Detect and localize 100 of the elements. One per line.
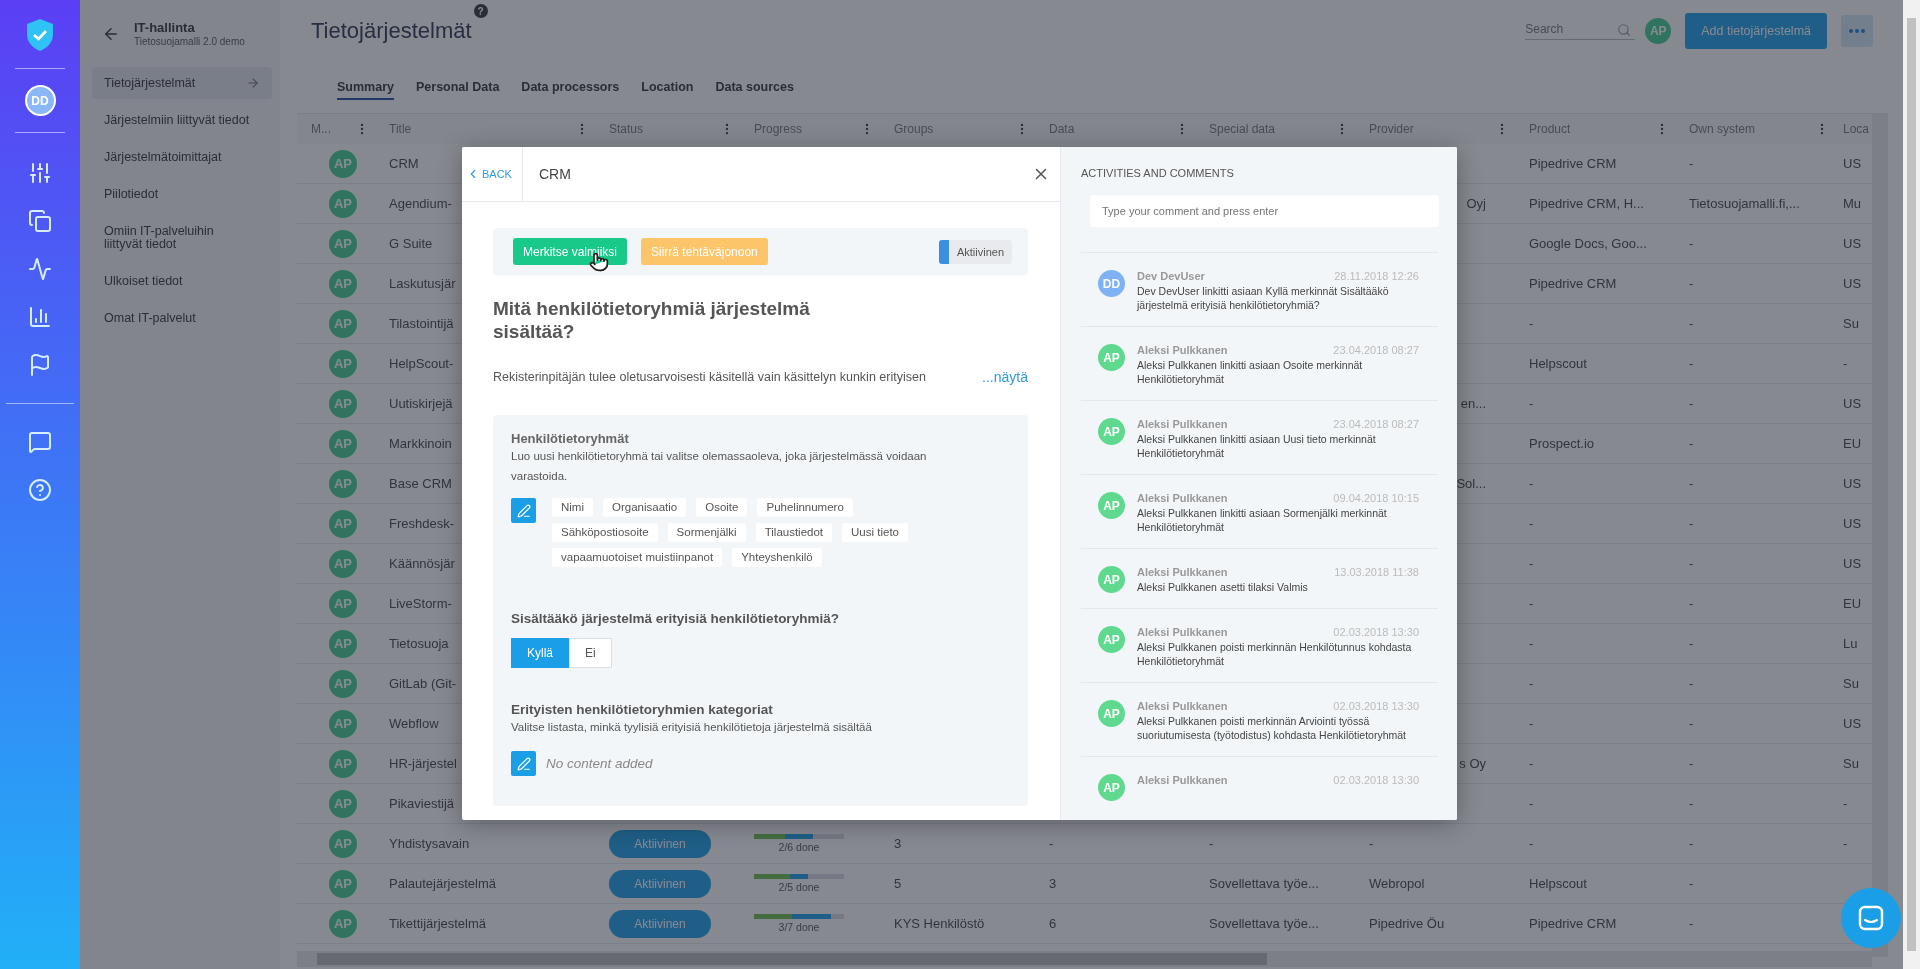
user-avatar: AP — [329, 789, 357, 818]
table-cell: Freshdesk- — [389, 516, 455, 531]
horizontal-scrollbar[interactable] — [297, 951, 1872, 967]
sidebar-item[interactable]: Järjestelmiin liittyvät tiedot — [92, 105, 272, 136]
author-name: Dev DevUser — [1137, 270, 1205, 282]
chat-launcher-button[interactable] — [1841, 888, 1901, 948]
progress-label: 2/6 done — [778, 841, 820, 853]
activity-text: Aleksi Pulkkanen asetti tilaksi Valmis — [1137, 580, 1309, 594]
sidebar-item[interactable]: Tietojärjestelmät — [92, 67, 272, 99]
bar-chart-icon[interactable] — [28, 305, 52, 329]
scrollbar-thumb[interactable] — [1907, 18, 1916, 951]
user-avatar: AP — [1098, 566, 1125, 593]
sliders-icon[interactable] — [28, 161, 52, 185]
table-cell: - — [1689, 156, 1694, 171]
table-cell: Pikaviestijä — [389, 796, 455, 811]
tab[interactable]: Data processors — [521, 75, 620, 100]
status-pill: Aktiivinen — [609, 829, 711, 858]
question-label: Sisältääkö järjestelmä erityisiä henkilötietoryhmiä? — [511, 611, 840, 626]
search-field[interactable]: Search — [1525, 22, 1636, 40]
add-button[interactable]: Add tietojärjestelmä — [1685, 13, 1827, 49]
table-cell: - — [1209, 836, 1214, 851]
vertical-scrollbar[interactable] — [1872, 113, 1888, 957]
table-cell: - — [1689, 596, 1694, 611]
column-header: Special data — [1209, 122, 1276, 136]
author-name: Aleksi Pulkkanen — [1137, 492, 1228, 504]
chat-icon[interactable] — [28, 430, 52, 454]
table-cell: - — [1689, 796, 1694, 811]
table-cell: - — [1529, 476, 1534, 491]
timestamp: 23.04.2018 08:27 — [1333, 344, 1419, 356]
table-cell: - — [1529, 716, 1534, 731]
table-cell: Sol... — [1456, 476, 1486, 491]
flag-icon[interactable] — [28, 353, 52, 377]
timestamp: 13.03.2018 11:38 — [1334, 566, 1419, 578]
author-name: Aleksi Pulkkanen — [1137, 566, 1228, 578]
section-title: Erityisten henkilötietoryhmien kategoriat — [511, 702, 774, 717]
table-cell: 3 — [1049, 876, 1057, 891]
tab[interactable]: Summary — [337, 75, 394, 100]
table-cell: Tilastointijä — [389, 316, 454, 331]
show-more-link[interactable]: ...näytä — [982, 369, 1028, 385]
mark-done-button[interactable]: Merkitse valmiiksi — [513, 238, 627, 265]
user-avatar: AP — [329, 629, 357, 658]
table-cell: - — [1689, 756, 1694, 771]
back-button[interactable]: BACK — [462, 147, 523, 201]
table-cell: s Oy — [1459, 756, 1486, 771]
option-button[interactable]: Kyllä — [511, 638, 569, 668]
edit-button[interactable] — [511, 498, 536, 523]
page-scrollbar[interactable] — [1903, 0, 1920, 969]
user-avatar: AP — [1098, 700, 1125, 727]
timestamp: 02.03.2018 13:30 — [1333, 700, 1419, 712]
author-name: Aleksi Pulkkanen — [1137, 344, 1228, 356]
table-cell: Sovellettava työe... — [1209, 916, 1319, 931]
pulse-icon[interactable] — [28, 257, 52, 281]
tab[interactable]: Personal Data — [416, 75, 500, 100]
activity-text: Aleksi Pulkkanen poisti merkinnän Henkilötunnus kohdasta Henkilötietoryhmät — [1137, 640, 1412, 668]
table-cell: - — [1689, 516, 1694, 531]
activity-text: Aleksi Pulkkanen poisti merkinnän Arviointi työssä suoriutumisesta (työtodistus) kohdasta Henkilötietoryhmät — [1137, 714, 1408, 742]
table-cell: Su — [1843, 756, 1859, 771]
table-cell: - — [1689, 316, 1694, 331]
comment-field[interactable]: Type your comment and press enter — [1090, 195, 1439, 227]
sidebar-item[interactable]: Piilotiedot — [92, 179, 272, 210]
activity-text: Dev DevUser linkitti asiaan Kyllä merkinnät Sisältääkö järjestelmä erityisiä henkilötietoryhmiä? — [1137, 284, 1390, 312]
table-cell: US — [1843, 156, 1862, 171]
timestamp: 09.04.2018 10:15 — [1333, 492, 1419, 504]
table-cell: - — [1843, 356, 1848, 371]
column-header: Own system — [1689, 122, 1755, 136]
sidebar-item[interactable]: Järjestelmätoimittajat — [92, 142, 272, 173]
windows-icon[interactable] — [28, 209, 52, 233]
table-cell: Sovellettava työe... — [1209, 876, 1319, 891]
status-pill: Aktiivinen — [609, 909, 711, 938]
table-cell: - — [1689, 556, 1694, 571]
help-icon[interactable] — [28, 478, 52, 502]
sidebar-item[interactable]: Omiin IT-palveluihin liittyvät tiedot — [92, 216, 272, 260]
help-badge[interactable]: ? — [473, 4, 488, 18]
shield-logo-icon[interactable] — [25, 18, 55, 52]
table-cell: Uutiskirjejä — [389, 396, 453, 411]
activity-text: Aleksi Pulkkanen linkitti asiaan Uusi tieto merkinnät Henkilötietoryhmät — [1137, 432, 1377, 460]
table-cell: G Suite — [389, 236, 433, 251]
table-cell: - — [1529, 556, 1534, 571]
column-header: Product — [1529, 122, 1571, 136]
tab[interactable]: Location — [641, 75, 694, 100]
column-header: M... — [311, 122, 331, 136]
intro-text: Rekisterinpitäjän tulee oletusarvoisesti käsitellä vain käsittelyn kunkin erityisen — [493, 370, 926, 384]
sidebar-item[interactable]: Ulkoiset tiedot — [92, 266, 272, 297]
user-avatar: AP — [329, 509, 357, 538]
table-cell: US — [1843, 556, 1862, 571]
table-cell: Pipedrive Öu — [1369, 916, 1445, 931]
column-header: Groups — [894, 122, 934, 136]
user-avatar: AP — [329, 149, 357, 178]
user-avatar[interactable]: DD — [24, 85, 56, 116]
user-avatar: AP — [329, 549, 357, 578]
option-button[interactable]: Ei — [569, 638, 612, 668]
sidebar-item[interactable]: Omat IT-palvelut — [92, 303, 272, 334]
user-avatar: AP — [329, 229, 357, 258]
column-header: Data — [1049, 122, 1075, 136]
status-pill: Aktiivinen — [609, 869, 711, 898]
table-cell: - — [1689, 876, 1694, 891]
edit-button[interactable] — [511, 751, 536, 776]
tab[interactable]: Data sources — [715, 75, 794, 100]
table-cell: - — [1689, 836, 1694, 851]
pen-icon — [516, 503, 531, 518]
